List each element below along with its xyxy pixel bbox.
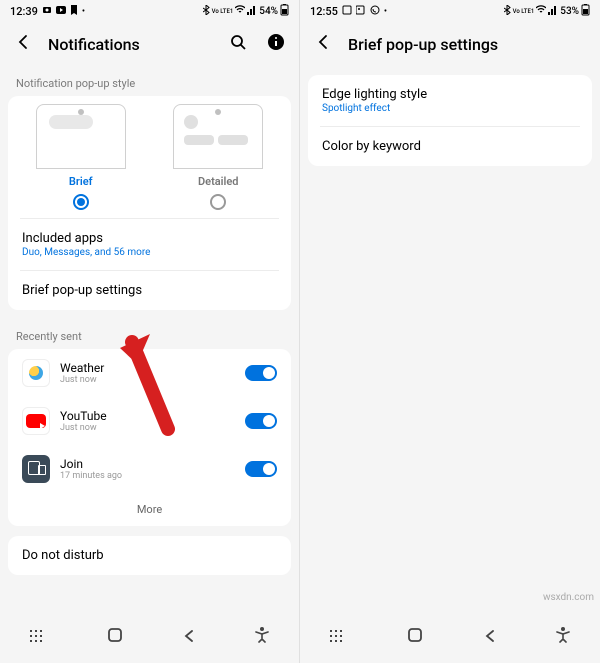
content: Notification pop-up style Brief Detailed bbox=[0, 67, 299, 611]
youtube-icon bbox=[22, 407, 50, 435]
detailed-radio[interactable] bbox=[210, 194, 226, 210]
nav-back[interactable] bbox=[168, 622, 210, 653]
popup-style-detailed[interactable]: Detailed bbox=[158, 104, 278, 210]
edge-lighting-sub: Spotlight effect bbox=[322, 103, 578, 114]
watermark: wsxdn.com bbox=[543, 592, 594, 603]
status-left: 12:39 • bbox=[10, 5, 85, 18]
recent-item-weather[interactable]: Weather Just now bbox=[8, 349, 291, 397]
bluetooth-icon bbox=[203, 5, 210, 18]
whatsapp-icon bbox=[370, 5, 380, 18]
nav-recents[interactable] bbox=[316, 622, 362, 653]
nav-back[interactable] bbox=[469, 622, 511, 653]
gallery-icon bbox=[356, 5, 366, 18]
status-right: Vo LTE1 54% bbox=[203, 4, 289, 19]
header: Notifications bbox=[0, 21, 299, 67]
battery-icon bbox=[581, 4, 590, 19]
wifi-icon bbox=[536, 5, 546, 18]
recently-sent-label: Recently sent bbox=[8, 320, 291, 349]
popup-style-card: Brief Detailed Included apps Duo, Messag… bbox=[8, 96, 291, 310]
play-icon bbox=[56, 5, 66, 18]
info-icon[interactable] bbox=[263, 29, 289, 59]
brief-popup-settings-screen: 12:55 • Vo LTE1 53% bbox=[300, 0, 600, 663]
app-time: Just now bbox=[60, 423, 235, 433]
screenshot-icon bbox=[342, 5, 352, 18]
popup-style-brief[interactable]: Brief bbox=[21, 104, 141, 210]
brief-label: Brief bbox=[69, 175, 93, 188]
included-apps-row[interactable]: Included apps Duo, Messages, and 56 more bbox=[8, 219, 291, 270]
brief-popup-title: Brief pop-up settings bbox=[22, 283, 277, 298]
edge-lighting-title: Edge lighting style bbox=[322, 87, 578, 102]
recent-item-join[interactable]: Join 17 minutes ago bbox=[8, 445, 291, 493]
signal-icon bbox=[247, 5, 257, 18]
signal-icon bbox=[548, 5, 558, 18]
battery-text: 54% bbox=[259, 6, 278, 17]
status-left: 12:55 • bbox=[310, 5, 387, 18]
brief-settings-card: Edge lighting style Spotlight effect Col… bbox=[308, 75, 592, 166]
header: Brief pop-up settings bbox=[300, 21, 600, 67]
weather-icon bbox=[22, 359, 50, 387]
nav-bar bbox=[0, 611, 299, 663]
wifi-icon bbox=[235, 5, 245, 18]
status-right: Vo LTE1 53% bbox=[504, 4, 590, 19]
dnd-card: Do not disturb bbox=[8, 536, 291, 575]
dnd-title: Do not disturb bbox=[22, 548, 277, 563]
recently-sent-card: Weather Just now YouTube Just now Join 1… bbox=[8, 349, 291, 526]
brief-radio[interactable] bbox=[73, 194, 89, 210]
status-bar: 12:55 • Vo LTE1 53% bbox=[300, 0, 600, 21]
back-button[interactable] bbox=[310, 29, 336, 59]
color-by-keyword-title: Color by keyword bbox=[322, 139, 578, 154]
more-status-icon: • bbox=[384, 7, 387, 17]
page-title: Notifications bbox=[48, 35, 213, 54]
nav-home[interactable] bbox=[393, 621, 437, 653]
nav-home[interactable] bbox=[93, 621, 137, 653]
page-title: Brief pop-up settings bbox=[348, 35, 590, 54]
brief-popup-settings-row[interactable]: Brief pop-up settings bbox=[8, 271, 291, 310]
join-toggle[interactable] bbox=[245, 461, 277, 477]
popup-style-row: Brief Detailed bbox=[8, 96, 291, 218]
battery-text: 53% bbox=[560, 6, 579, 17]
bookmark-icon bbox=[70, 5, 78, 18]
nav-bar bbox=[300, 611, 600, 663]
popup-style-label: Notification pop-up style bbox=[8, 67, 291, 96]
youtube-toggle[interactable] bbox=[245, 413, 277, 429]
recent-item-youtube[interactable]: YouTube Just now bbox=[8, 397, 291, 445]
app-name: Join bbox=[60, 457, 235, 471]
more-button[interactable]: More bbox=[8, 493, 291, 526]
app-name: YouTube bbox=[60, 409, 235, 423]
app-name: Weather bbox=[60, 361, 235, 375]
back-button[interactable] bbox=[10, 29, 36, 59]
brief-preview bbox=[36, 104, 126, 169]
battery-icon bbox=[280, 4, 289, 19]
content: Edge lighting style Spotlight effect Col… bbox=[300, 67, 600, 611]
join-icon bbox=[22, 455, 50, 483]
status-time: 12:39 bbox=[10, 5, 38, 18]
color-by-keyword-row[interactable]: Color by keyword bbox=[308, 127, 592, 166]
bluetooth-icon bbox=[504, 5, 511, 18]
more-status-icon: • bbox=[82, 7, 85, 17]
nav-recents[interactable] bbox=[16, 622, 62, 653]
app-time: Just now bbox=[60, 375, 235, 385]
included-apps-sub: Duo, Messages, and 56 more bbox=[22, 247, 277, 258]
status-bar: 12:39 • Vo LTE1 54% bbox=[0, 0, 299, 21]
camera-icon bbox=[42, 5, 52, 18]
dnd-row[interactable]: Do not disturb bbox=[8, 536, 291, 575]
weather-toggle[interactable] bbox=[245, 365, 277, 381]
detailed-preview bbox=[173, 104, 263, 169]
nav-accessibility[interactable] bbox=[241, 621, 283, 653]
edge-lighting-row[interactable]: Edge lighting style Spotlight effect bbox=[308, 75, 592, 126]
notifications-screen: 12:39 • Vo LTE1 54% bbox=[0, 0, 300, 663]
app-time: 17 minutes ago bbox=[60, 471, 235, 481]
included-apps-title: Included apps bbox=[22, 231, 277, 246]
volte-icon: Vo LTE1 bbox=[212, 9, 234, 15]
detailed-label: Detailed bbox=[198, 175, 239, 188]
status-time: 12:55 bbox=[310, 5, 338, 18]
nav-accessibility[interactable] bbox=[542, 621, 584, 653]
volte-icon: Vo LTE1 bbox=[513, 9, 535, 15]
search-icon[interactable] bbox=[225, 29, 251, 59]
